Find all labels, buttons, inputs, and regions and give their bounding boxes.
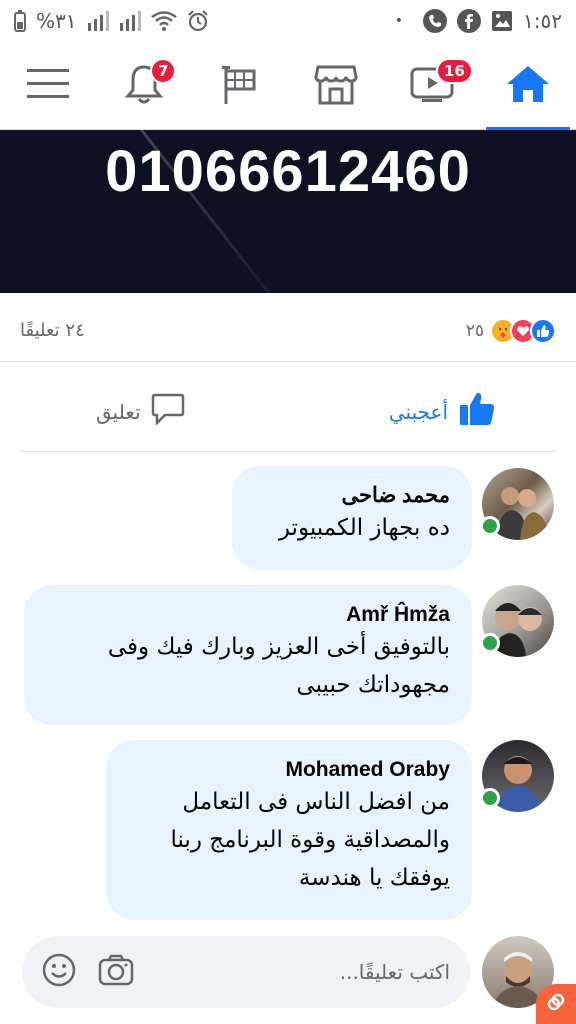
post-image-text: 01066612460 (105, 139, 471, 204)
top-navigation: 7 16 (0, 42, 576, 130)
comment-input[interactable] (250, 960, 450, 984)
comment-text-line: بالتوفيق أخى العزيز وبارك فيك وفى (107, 634, 450, 661)
comment-text-line: مجهوداتك حبيبى (296, 672, 450, 699)
reactions-count: ٢٥ (465, 320, 484, 341)
status-bar-right: • ١:٥٢ (395, 9, 562, 33)
comment-bubble[interactable]: محمد ضاحى ده بجهاز الكمبيوتر (232, 466, 472, 570)
comment-composer (22, 936, 470, 1008)
battery-icon (14, 10, 26, 32)
comment-item: محمد ضاحى ده بجهاز الكمبيوتر (0, 466, 576, 570)
watch-badge: 16 (436, 57, 473, 84)
post-image[interactable]: 01066612460 (0, 130, 576, 293)
comment-text: ده بجهاز الكمبيوتر (278, 515, 450, 542)
online-status-dot (480, 788, 500, 808)
home-icon (506, 64, 550, 108)
comment-bubble-icon (151, 393, 185, 430)
wifi-icon (150, 11, 177, 31)
facebook-icon (457, 9, 482, 33)
comment-bubble[interactable]: Mohamed Oraby من افضل الناس فى التعامل و… (106, 740, 472, 920)
status-bar: %٣١ • ١:٥٢ (0, 0, 576, 42)
action-row: تعليق أعجبني (20, 372, 556, 452)
comment-text-line: والمصداقية وقوة البرنامج ربنا (170, 827, 450, 854)
comments-count[interactable]: ٢٤ تعليقًا (20, 320, 85, 341)
comment-item: Mohamed Oraby من افضل الناس فى التعامل و… (0, 740, 576, 920)
flag-icon (220, 63, 260, 109)
signal-2-icon (119, 11, 141, 31)
online-status-dot (480, 516, 500, 536)
comment-author[interactable]: محمد ضاحى (254, 482, 450, 510)
nav-notifications[interactable]: 7 (102, 42, 186, 130)
status-dot: • (394, 13, 404, 29)
comment-author[interactable]: Amř Ĥmža (46, 601, 450, 629)
thumbs-up-icon (458, 391, 496, 432)
clock-time: ١:٥٢ (523, 9, 562, 33)
like-button-label: أعجبني (388, 399, 448, 424)
reactions-summary[interactable]: ٢٥ (465, 317, 556, 344)
status-bar-left: %٣١ (14, 9, 209, 33)
camera-icon[interactable] (98, 954, 134, 990)
comment-text-line: من افضل الناس فى التعامل (182, 789, 450, 816)
nav-marketplace[interactable] (294, 42, 378, 130)
reaction-icons (490, 317, 556, 344)
like-icon (530, 317, 556, 344)
gallery-icon (491, 10, 513, 32)
nav-watch[interactable]: 16 (390, 42, 474, 130)
battery-percent: %٣١ (36, 9, 77, 33)
online-status-dot (480, 633, 500, 653)
nav-home[interactable] (486, 42, 570, 130)
comment-author[interactable]: Mohamed Oraby (128, 756, 450, 784)
comment-bubble[interactable]: Amř Ĥmža بالتوفيق أخى العزيز وبارك فيك و… (24, 585, 472, 725)
notifications-badge: 7 (150, 57, 177, 84)
marketplace-icon (314, 63, 358, 109)
phone-icon (423, 9, 448, 33)
like-button[interactable]: أعجبني (389, 391, 496, 432)
comment-button[interactable]: تعليق (96, 393, 185, 430)
emoji-icon[interactable] (42, 953, 76, 991)
link-icon (545, 991, 567, 1017)
reactions-row: ٢٤ تعليقًا ٢٥ (0, 300, 576, 362)
nav-pages[interactable] (198, 42, 282, 130)
menu-icon (27, 67, 69, 105)
floating-action-button[interactable] (536, 984, 576, 1024)
comment-button-label: تعليق (96, 399, 141, 424)
comment-text-line: يوفقك يا هندسة (298, 865, 450, 892)
alarm-icon (187, 10, 209, 32)
comment-item: Amř Ĥmža بالتوفيق أخى العزيز وبارك فيك و… (0, 585, 576, 725)
composer-icons (42, 953, 134, 991)
signal-icon (87, 11, 109, 31)
nav-menu[interactable] (6, 42, 90, 130)
